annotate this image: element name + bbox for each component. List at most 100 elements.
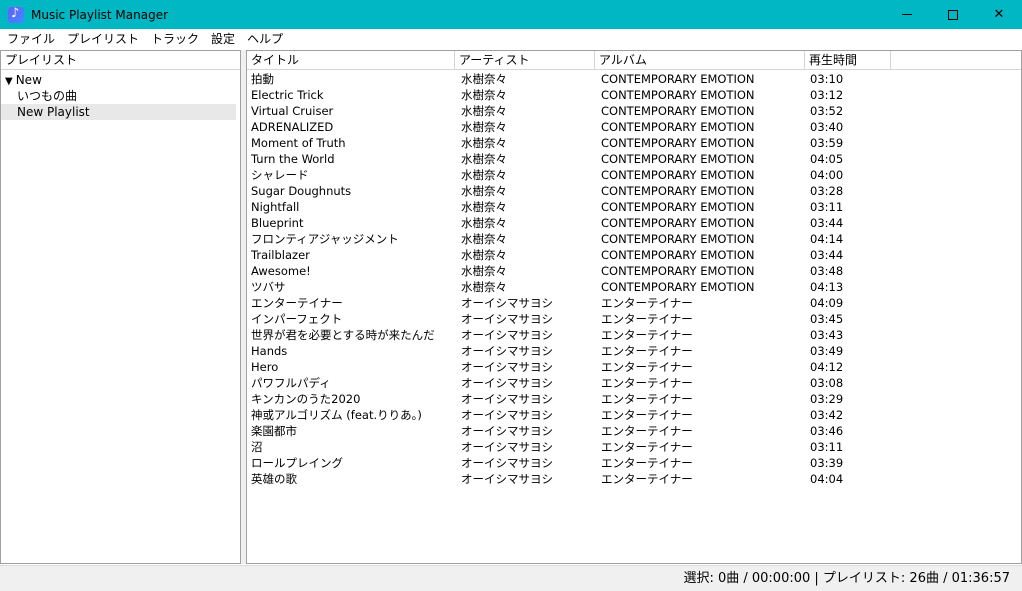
track-artist: オーイシマサヨシ: [461, 472, 553, 486]
track-album: CONTEMPORARY EMOTION: [601, 120, 755, 134]
expand-triangle-icon[interactable]: ▼: [5, 74, 13, 90]
track-title: Nightfall: [251, 200, 300, 214]
track-album: CONTEMPORARY EMOTION: [601, 152, 755, 166]
tree-node-label: New: [15, 73, 42, 87]
table-row[interactable]: 拍動 水樹奈々 CONTEMPORARY EMOTION 03:10: [247, 71, 1021, 87]
track-artist: 水樹奈々: [461, 104, 507, 118]
track-list-pane: タイトル アーティスト アルバム 再生時間 拍動 水樹奈々 CONTEMPORARY…: [246, 50, 1022, 564]
table-row[interactable]: パワフルパディ オーイシマサヨシ エンターテイナー 03:08: [247, 375, 1021, 391]
table-row[interactable]: ロールプレイング オーイシマサヨシ エンターテイナー 03:39: [247, 455, 1021, 471]
table-row[interactable]: Awesome! 水樹奈々 CONTEMPORARY EMOTION 03:48: [247, 263, 1021, 279]
title-bar[interactable]: Music Playlist Manager ✕: [0, 0, 1022, 29]
track-album: エンターテイナー: [601, 360, 693, 374]
maximize-button[interactable]: [930, 0, 976, 29]
table-row[interactable]: Moment of Truth 水樹奈々 CONTEMPORARY EMOTION 0…: [247, 135, 1021, 151]
table-row[interactable]: 神或アルゴリズム (feat.りりあ。) オーイシマサヨシ エンターテイナー 03:4…: [247, 407, 1021, 423]
track-album: CONTEMPORARY EMOTION: [601, 280, 755, 294]
table-row[interactable]: Electric Trick 水樹奈々 CONTEMPORARY EMOTION 03…: [247, 87, 1021, 103]
menu-help[interactable]: ヘルプ: [241, 29, 289, 49]
table-row[interactable]: Turn the World 水樹奈々 CONTEMPORARY EMOTION 04…: [247, 151, 1021, 167]
track-artist: オーイシマサヨシ: [461, 296, 553, 310]
track-duration: 03:59: [810, 136, 844, 150]
table-row[interactable]: フロンティアジャッジメント 水樹奈々 CONTEMPORARY EMOTION 04:…: [247, 231, 1021, 247]
track-duration: 03:10: [810, 72, 844, 86]
maximize-icon: [948, 9, 958, 20]
track-album: エンターテイナー: [601, 392, 693, 406]
table-row[interactable]: 沼 オーイシマサヨシ エンターテイナー 03:11: [247, 439, 1021, 455]
track-duration: 03:08: [810, 376, 844, 390]
column-header-title[interactable]: タイトル: [247, 51, 455, 70]
track-album: エンターテイナー: [601, 344, 693, 358]
track-title: シャレード: [251, 168, 309, 182]
table-row[interactable]: Virtual Cruiser 水樹奈々 CONTEMPORARY EMOTION 0…: [247, 103, 1021, 119]
track-artist: 水樹奈々: [461, 232, 507, 246]
table-row[interactable]: キンカンのうた2020 オーイシマサヨシ エンターテイナー 03:29: [247, 391, 1021, 407]
table-row[interactable]: Nightfall 水樹奈々 CONTEMPORARY EMOTION 03:11: [247, 199, 1021, 215]
tree-node-itsumo[interactable]: いつもの曲: [1, 88, 240, 104]
table-row[interactable]: Hero オーイシマサヨシ エンターテイナー 04:12: [247, 359, 1021, 375]
track-album: CONTEMPORARY EMOTION: [601, 232, 755, 246]
track-artist: オーイシマサヨシ: [461, 344, 553, 358]
track-album: CONTEMPORARY EMOTION: [601, 136, 755, 150]
track-album: エンターテイナー: [601, 408, 693, 422]
column-header-duration[interactable]: 再生時間: [805, 51, 891, 70]
minimize-button[interactable]: [884, 0, 930, 29]
track-title: 楽園都市: [251, 424, 297, 438]
track-title: Hero: [251, 360, 279, 374]
track-album: CONTEMPORARY EMOTION: [601, 168, 755, 182]
table-row[interactable]: 楽園都市 オーイシマサヨシ エンターテイナー 03:46: [247, 423, 1021, 439]
table-row[interactable]: 英雄の歌 オーイシマサヨシ エンターテイナー 04:04: [247, 471, 1021, 487]
track-album: CONTEMPORARY EMOTION: [601, 216, 755, 230]
table-row[interactable]: ツバサ 水樹奈々 CONTEMPORARY EMOTION 04:13: [247, 279, 1021, 295]
track-duration: 03:12: [810, 88, 844, 102]
track-duration: 03:11: [810, 200, 844, 214]
menu-settings[interactable]: 設定: [205, 29, 241, 49]
track-duration: 03:52: [810, 104, 844, 118]
track-duration: 03:45: [810, 312, 844, 326]
track-title: パワフルパディ: [251, 376, 331, 390]
table-row[interactable]: ADRENALIZED 水樹奈々 CONTEMPORARY EMOTION 03:40: [247, 119, 1021, 135]
track-duration: 03:42: [810, 408, 844, 422]
track-title: Trailblazer: [251, 248, 310, 262]
track-duration: 03:39: [810, 456, 844, 470]
column-header-album[interactable]: アルバム: [595, 51, 805, 70]
close-icon: ✕: [993, 7, 1005, 22]
track-album: エンターテイナー: [601, 440, 693, 454]
table-row[interactable]: シャレード 水樹奈々 CONTEMPORARY EMOTION 04:00: [247, 167, 1021, 183]
track-list-header: タイトル アーティスト アルバム 再生時間: [247, 51, 1021, 70]
track-title: Moment of Truth: [251, 136, 346, 150]
tree-node-new-playlist[interactable]: New Playlist: [1, 104, 236, 120]
table-row[interactable]: Trailblazer 水樹奈々 CONTEMPORARY EMOTION 03:44: [247, 247, 1021, 263]
track-title: エンターテイナー: [251, 296, 343, 310]
track-artist: オーイシマサヨシ: [461, 312, 553, 326]
track-duration: 03:29: [810, 392, 844, 406]
track-title: ツバサ: [251, 280, 286, 294]
track-duration: 03:48: [810, 264, 844, 278]
close-button[interactable]: ✕: [976, 0, 1022, 29]
table-row[interactable]: Sugar Doughnuts 水樹奈々 CONTEMPORARY EMOTION 0…: [247, 183, 1021, 199]
track-artist: オーイシマサヨシ: [461, 440, 553, 454]
table-row[interactable]: インパーフェクト オーイシマサヨシ エンターテイナー 03:45: [247, 311, 1021, 327]
track-title: Sugar Doughnuts: [251, 184, 352, 198]
track-album: エンターテイナー: [601, 296, 693, 310]
menu-playlist[interactable]: プレイリスト: [61, 29, 145, 49]
table-row[interactable]: Blueprint 水樹奈々 CONTEMPORARY EMOTION 03:44: [247, 215, 1021, 231]
column-header-artist[interactable]: アーティスト: [455, 51, 595, 70]
track-artist: 水樹奈々: [461, 184, 507, 198]
menu-file[interactable]: ファイル: [1, 29, 61, 49]
track-duration: 03:11: [810, 440, 844, 454]
table-row[interactable]: エンターテイナー オーイシマサヨシ エンターテイナー 04:09: [247, 295, 1021, 311]
track-artist: 水樹奈々: [461, 88, 507, 102]
playlist-tree: ▼ New いつもの曲 New Playlist: [1, 70, 240, 120]
menu-track[interactable]: トラック: [145, 29, 205, 49]
track-duration: 03:49: [810, 344, 844, 358]
table-row[interactable]: Hands オーイシマサヨシ エンターテイナー 03:49: [247, 343, 1021, 359]
tree-node-new[interactable]: ▼ New: [1, 72, 240, 88]
track-artist: オーイシマサヨシ: [461, 328, 553, 342]
track-title: 神或アルゴリズム (feat.りりあ。): [251, 408, 422, 422]
table-row[interactable]: 世界が君を必要とする時が来たんだ オーイシマサヨシ エンターテイナー 03:43: [247, 327, 1021, 343]
window-title: Music Playlist Manager: [31, 7, 169, 22]
track-rows: 拍動 水樹奈々 CONTEMPORARY EMOTION 03:10 Electric …: [247, 71, 1021, 487]
track-artist: オーイシマサヨシ: [461, 392, 553, 406]
track-duration: 04:12: [810, 360, 844, 374]
